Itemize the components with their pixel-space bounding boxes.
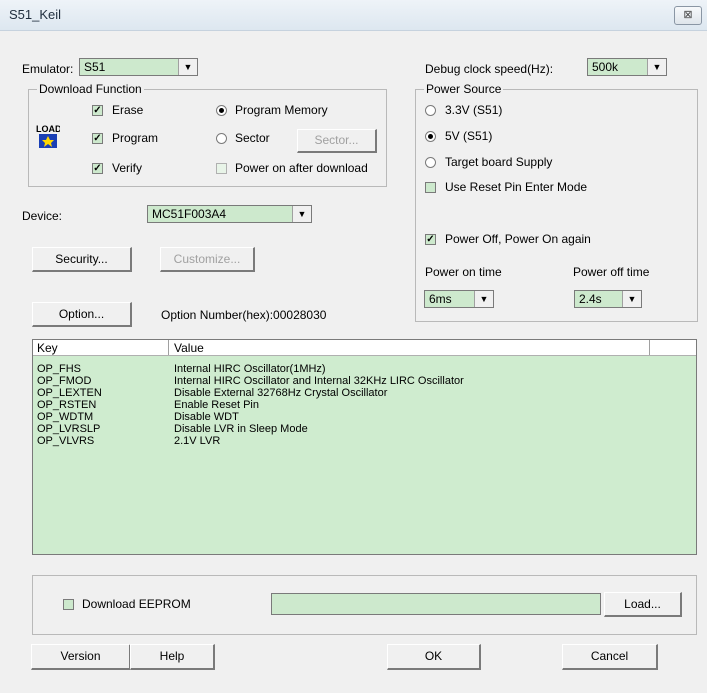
column-header-key[interactable]: Key (37, 341, 58, 355)
ok-button[interactable]: OK (387, 644, 481, 670)
debug-clock-value: 500k (592, 60, 619, 74)
option-button[interactable]: Option... (32, 302, 132, 327)
table-row[interactable]: OP_WDTM Disable WDT (33, 411, 696, 423)
power-5v-label: 5V (S51) (445, 129, 493, 143)
power-source-title: Power Source (424, 82, 504, 96)
table-row[interactable]: OP_RSTEN Enable Reset Pin (33, 399, 696, 411)
device-label: Device: (22, 209, 63, 223)
chevron-down-icon[interactable]: ▼ (647, 59, 666, 75)
program-checkbox[interactable]: ✓ (92, 133, 103, 144)
program-memory-radio[interactable] (216, 105, 227, 116)
window-title: S51_Keil (9, 7, 62, 22)
power-off-time-value: 2.4s (579, 292, 602, 306)
debug-clock-label: Debug clock speed(Hz): (425, 62, 554, 76)
title-bar[interactable]: S51_Keil ⊠ (0, 0, 707, 31)
download-function-title: Download Function (37, 82, 144, 96)
verify-label: Verify (112, 161, 143, 175)
close-button[interactable]: ⊠ (674, 6, 702, 25)
download-eeprom-checkbox[interactable] (63, 599, 74, 610)
power-on-time-label: Power on time (425, 265, 502, 279)
power-source-group: Power Source (415, 82, 698, 322)
device-value: MC51F003A4 (152, 207, 227, 221)
power-after-download-checkbox[interactable] (216, 163, 227, 174)
help-button[interactable]: Help (130, 644, 215, 670)
chevron-down-icon[interactable]: ▼ (622, 291, 641, 307)
debug-clock-select[interactable]: 500k ▼ (587, 58, 667, 76)
customize-button[interactable]: Customize... (160, 247, 255, 272)
verify-checkbox[interactable]: ✓ (92, 163, 103, 174)
erase-label: Erase (112, 103, 144, 117)
power-after-download-label: Power on after download (235, 161, 368, 175)
sector-button[interactable]: Sector... (297, 129, 377, 153)
use-reset-pin-checkbox[interactable] (425, 182, 436, 193)
power-on-time-value: 6ms (429, 292, 452, 306)
option-list[interactable]: Key Value OP_FHS Internal HIRC Oscillato… (32, 339, 697, 555)
option-number-text: Option Number(hex):00028030 (161, 308, 327, 322)
target-board-radio[interactable] (425, 157, 436, 168)
chevron-down-icon[interactable]: ▼ (474, 291, 493, 307)
power-3v3-radio[interactable] (425, 105, 436, 116)
power-off-on-checkbox[interactable]: ✓ (425, 234, 436, 245)
power-off-time-select[interactable]: 2.4s ▼ (574, 290, 642, 308)
security-button[interactable]: Security... (32, 247, 132, 272)
emulator-label: Emulator: (22, 62, 74, 76)
chevron-down-icon[interactable]: ▼ (178, 59, 197, 75)
sector-radio[interactable] (216, 133, 227, 144)
target-board-label: Target board Supply (445, 155, 553, 169)
eeprom-file-field[interactable] (271, 593, 601, 615)
emulator-select[interactable]: S51 ▼ (79, 58, 198, 76)
version-button[interactable]: Version (31, 644, 131, 670)
list-header: Key Value (33, 340, 696, 356)
column-header-value[interactable]: Value (174, 341, 204, 355)
download-eeprom-label: Download EEPROM (82, 597, 191, 611)
power-on-time-select[interactable]: 6ms ▼ (424, 290, 494, 308)
program-label: Program (112, 131, 159, 145)
table-row[interactable]: OP_VLVRS 2.1V LVR (33, 435, 696, 447)
load-icon: LOAD (36, 123, 62, 149)
power-off-on-label: Power Off, Power On again (445, 232, 591, 246)
power-5v-radio[interactable] (425, 131, 436, 142)
table-row[interactable]: OP_LEXTEN Disable External 32768Hz Cryst… (33, 387, 696, 399)
erase-checkbox[interactable]: ✓ (92, 105, 103, 116)
svg-text:LOAD: LOAD (36, 124, 60, 134)
emulator-value: S51 (84, 60, 106, 74)
load-button[interactable]: Load... (604, 592, 682, 617)
cancel-button[interactable]: Cancel (562, 644, 658, 670)
program-memory-label: Program Memory (235, 103, 328, 117)
use-reset-pin-label: Use Reset Pin Enter Mode (445, 180, 588, 194)
table-row[interactable]: OP_FMOD Internal HIRC Oscillator and Int… (33, 375, 696, 387)
table-row[interactable]: OP_FHS Internal HIRC Oscillator(1MHz) (33, 363, 696, 375)
sector-label: Sector (235, 131, 270, 145)
power-3v3-label: 3.3V (S51) (445, 103, 503, 117)
chevron-down-icon[interactable]: ▼ (292, 206, 311, 222)
table-row[interactable]: OP_LVRSLP Disable LVR in Sleep Mode (33, 423, 696, 435)
power-off-time-label: Power off time (573, 265, 650, 279)
device-select[interactable]: MC51F003A4 ▼ (147, 205, 312, 223)
dialog-window: S51_Keil ⊠ Emulator: S51 ▼ Debug clock s… (0, 0, 707, 693)
